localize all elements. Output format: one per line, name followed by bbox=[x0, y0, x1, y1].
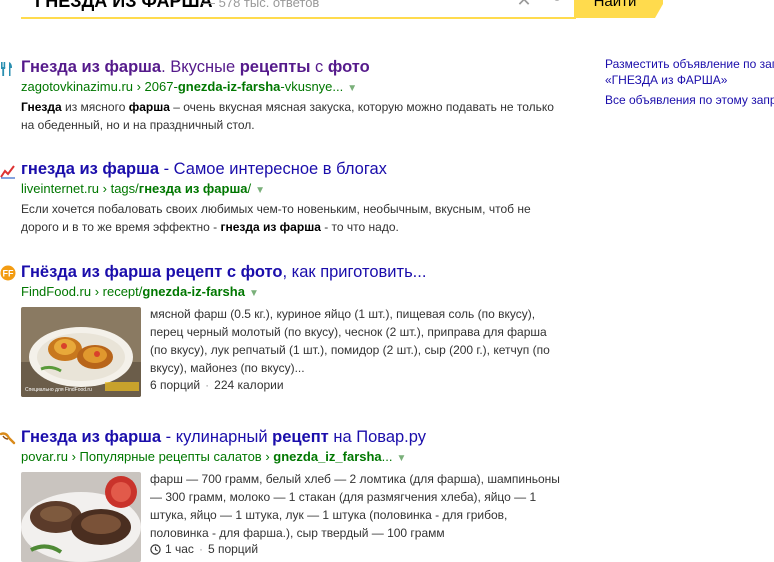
dropdown-arrow-icon[interactable]: ▼ bbox=[397, 453, 407, 464]
findfood-icon: FF bbox=[0, 265, 16, 281]
result-thumbnail[interactable]: Специально для FindFood.ru bbox=[21, 307, 141, 397]
settings-slider-icon[interactable] bbox=[543, 0, 565, 11]
result-url-part: liveinternet.ru › tags/ bbox=[21, 181, 139, 196]
place-ad-line: Разместить объявление по запросу bbox=[605, 57, 774, 71]
result-title-link[interactable]: Гнезда из фарша. Вкусные рецепты с фото bbox=[21, 58, 370, 77]
search-bar[interactable]: ГНЕЗДА ИЗ ФАРША — 578 тыс. ответов ✕ bbox=[21, 0, 576, 19]
result-title-part: на Повар.ру bbox=[328, 428, 427, 446]
result-url-part: gnezda-iz-farsha bbox=[142, 284, 245, 299]
povar-icon bbox=[0, 430, 16, 446]
dropdown-arrow-icon[interactable]: ▼ bbox=[255, 185, 265, 196]
result-meta: 1 час · 5 порций bbox=[150, 542, 258, 558]
result-title-part: Гнёзда из фарша рецепт с фото bbox=[21, 263, 283, 281]
result-title-part: , как приготовить... bbox=[282, 263, 427, 281]
cooking-time-label: 1 час bbox=[165, 542, 194, 556]
result-title-part: - Самое интересное в блогах bbox=[159, 160, 387, 178]
dropdown-arrow-icon[interactable]: ▼ bbox=[249, 288, 259, 299]
result-url-part: / bbox=[247, 181, 252, 196]
result-url-part: gnezda-iz-farsha bbox=[177, 79, 281, 94]
clear-icon[interactable]: ✕ bbox=[514, 0, 534, 11]
calories-label: 224 калории bbox=[214, 378, 284, 392]
result-title-part: . Вкусные bbox=[161, 58, 240, 76]
result-title-part: - кулинарный bbox=[161, 428, 273, 446]
result-url-part: гнезда из фарша bbox=[138, 181, 248, 196]
snippet-part: гнезда из фарша bbox=[220, 220, 321, 234]
svg-text:FF: FF bbox=[3, 269, 14, 279]
servings-label: 5 порций bbox=[207, 542, 259, 556]
result-url-part: FindFood.ru › recept/ bbox=[21, 284, 143, 299]
result-url-part: ... bbox=[381, 449, 393, 464]
snippet-part: - то что надо. bbox=[320, 220, 399, 234]
snippet-part: из мясного bbox=[61, 100, 129, 114]
find-button-tail bbox=[655, 0, 663, 18]
result-url[interactable]: povar.ru › Популярные рецепты салатов › … bbox=[21, 449, 406, 464]
result-title-part: рецепты bbox=[239, 58, 311, 76]
result-title-part: фото bbox=[327, 58, 370, 76]
result-title-part: Гнезда из фарша bbox=[21, 428, 162, 446]
result-snippet: мясной фарш (0.5 кг.), куриное яйцо (1 ш… bbox=[150, 307, 550, 375]
result-snippet: Гнезда из мясного фарша – очень вкусная … bbox=[21, 98, 569, 134]
result-url-part: zagotovkinazimu.ru › 2067- bbox=[21, 79, 178, 94]
sidebar-ads: Разместить объявление по запросу «ГНЕЗДА… bbox=[605, 56, 774, 108]
snippet-part: Гнезда bbox=[21, 100, 62, 114]
result-title-link[interactable]: гнезда из фарша - Самое интересное в бло… bbox=[21, 160, 387, 179]
search-input[interactable]: ГНЕЗДА ИЗ ФАРША bbox=[35, 0, 213, 12]
place-ad-link[interactable]: Разместить объявление по запросу «ГНЕЗДА… bbox=[605, 56, 774, 88]
dropdown-arrow-icon[interactable]: ▼ bbox=[347, 83, 357, 94]
result-title-link[interactable]: Гнезда из фарша - кулинарный рецепт на П… bbox=[21, 428, 426, 447]
result-url-part: povar.ru › Популярные рецепты салатов › bbox=[21, 449, 274, 464]
result-meta: 6 порций · 224 калории bbox=[150, 378, 284, 392]
result-snippet: фарш — 700 грамм, белый хлеб — 2 ломтика… bbox=[150, 472, 560, 540]
place-ad-line: «ГНЕЗДА из ФАРША» bbox=[605, 73, 728, 87]
find-button[interactable]: Найти bbox=[575, 0, 655, 18]
snippet-part: фарша bbox=[128, 100, 170, 114]
result-title-link[interactable]: Гнёзда из фарша рецепт с фото, как приго… bbox=[21, 263, 426, 282]
result-url-part: gnezda_iz_farsha bbox=[273, 449, 382, 464]
clock-icon bbox=[150, 544, 161, 558]
chart-line-icon bbox=[0, 163, 16, 179]
all-ads-link[interactable]: Все объявления по этому запросу bbox=[605, 92, 774, 108]
result-title-part: гнезда из фарша bbox=[21, 160, 160, 178]
result-url[interactable]: FindFood.ru › recept/gnezda-iz-farsha ▼ bbox=[21, 284, 259, 299]
result-url-part: -vkusnye... bbox=[280, 79, 344, 94]
result-url[interactable]: zagotovkinazimu.ru › 2067-gnezda-iz-fars… bbox=[21, 79, 357, 94]
result-title-part: Гнезда из фарша bbox=[21, 58, 162, 76]
result-snippet: Если хочется побаловать своих любимых че… bbox=[21, 200, 569, 236]
results-count: — 578 тыс. ответов bbox=[202, 0, 320, 10]
thumbnail-caption: Специально для FindFood.ru bbox=[25, 387, 92, 393]
fork-knife-icon bbox=[0, 61, 16, 77]
result-title-part: с bbox=[310, 58, 328, 76]
result-thumbnail[interactable] bbox=[21, 472, 141, 562]
servings-label: 6 порций bbox=[150, 378, 201, 392]
result-url[interactable]: liveinternet.ru › tags/гнезда из фарша/▼ bbox=[21, 181, 265, 196]
result-title-part: рецепт bbox=[272, 428, 329, 446]
